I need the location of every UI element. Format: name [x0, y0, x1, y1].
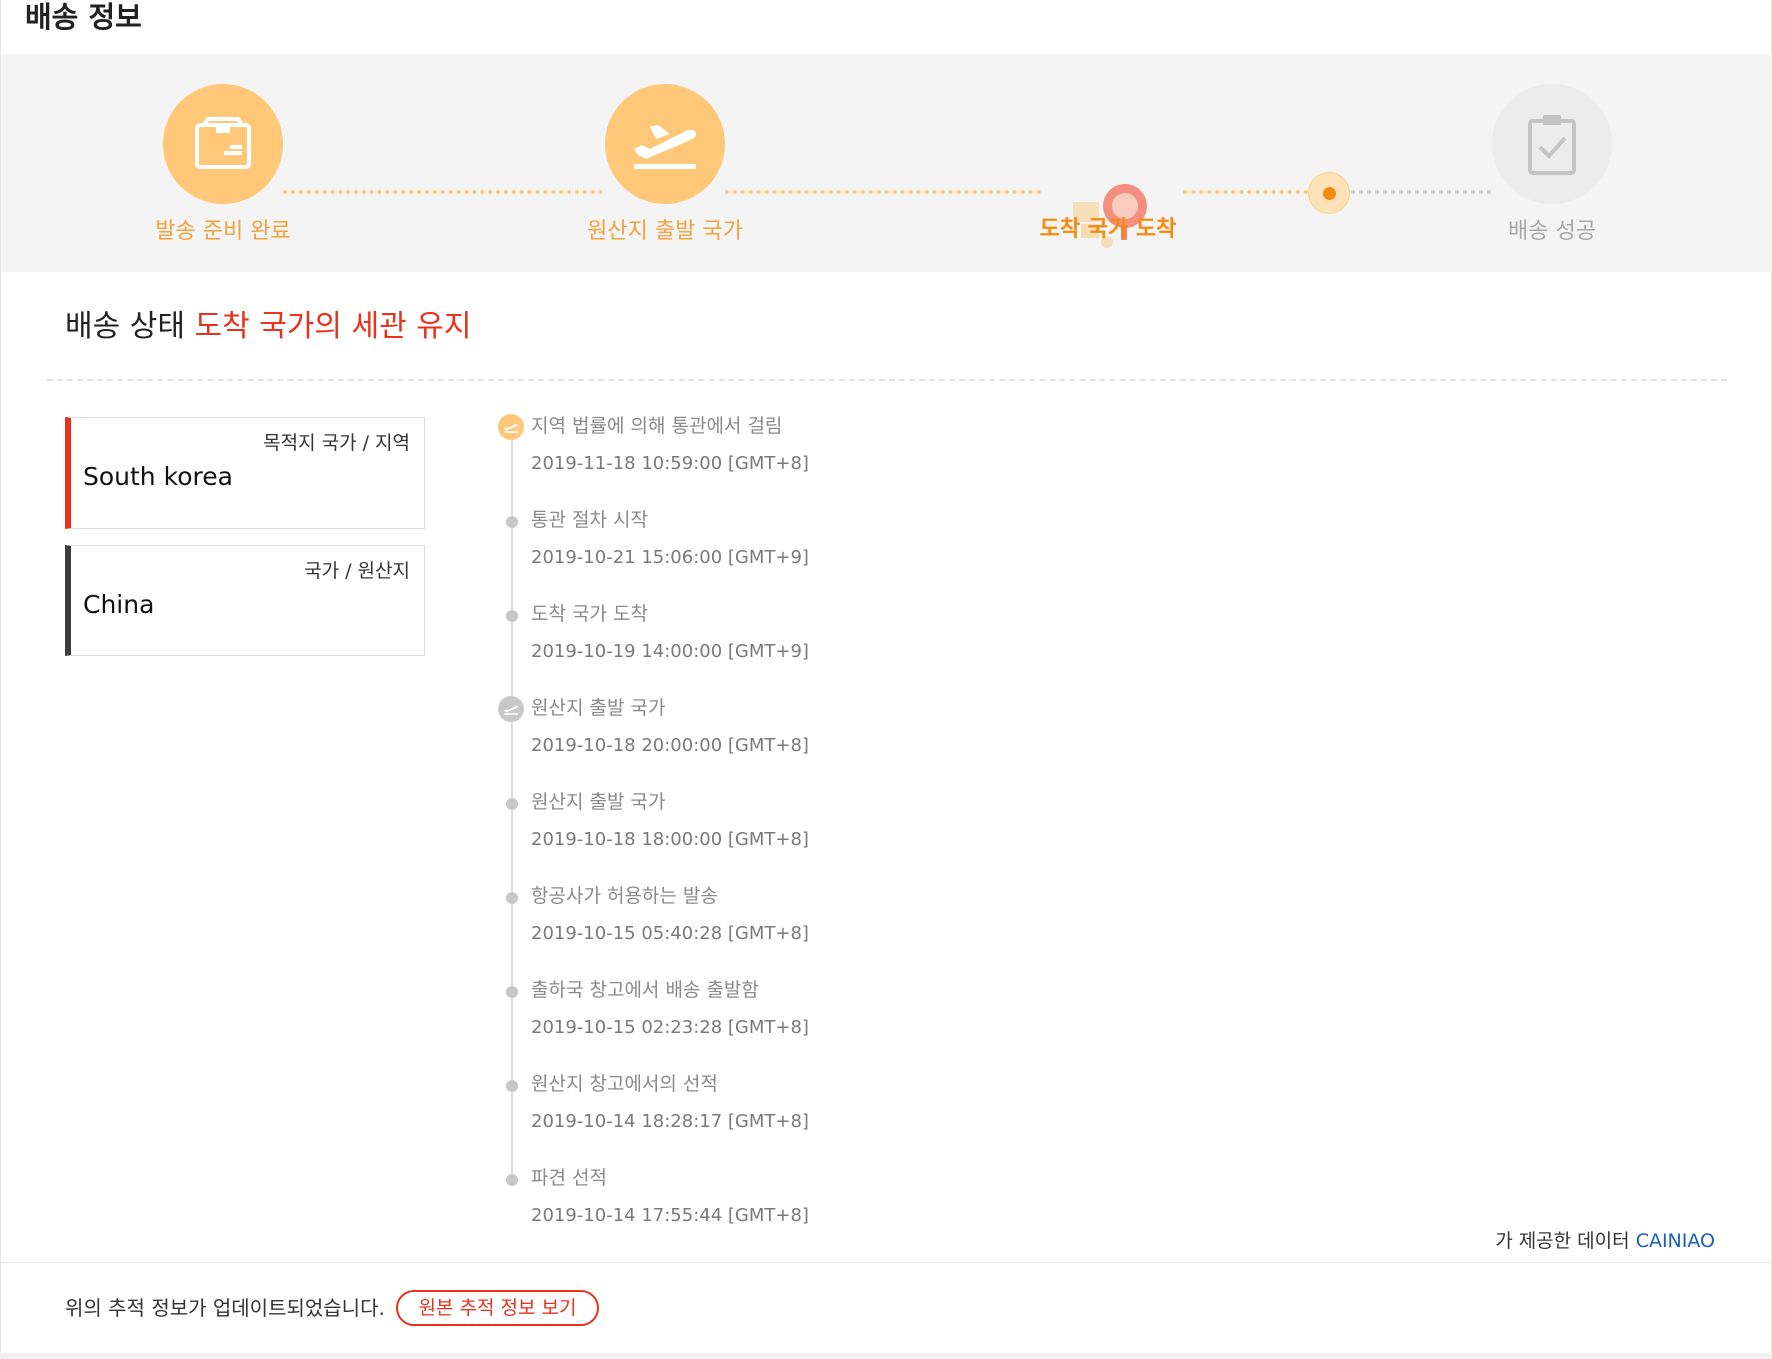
event-description: 도착 국가 도착 — [531, 603, 648, 625]
timeline-event: 원산지 창고에서의 선적 2019-10-14 18:28:17 [GMT+8] — [506, 1072, 809, 1134]
event-description: 원산지 창고에서의 선적 — [531, 1073, 718, 1095]
timeline-event: 도착 국가 도착 2019-10-19 14:00:00 [GMT+9] — [506, 602, 809, 664]
progress-connector — [1183, 190, 1308, 194]
step-label-ready: 발송 준비 완료 — [155, 219, 291, 244]
event-description: 원산지 출발 국가 — [531, 791, 666, 813]
event-description: 지역 법률에 의해 통관에서 걸림 — [531, 415, 783, 437]
event-description: 항공사가 허용하는 발송 — [531, 885, 718, 907]
timeline-dot — [506, 1080, 518, 1092]
progress-connector — [1351, 190, 1491, 194]
update-note: 위의 추적 정보가 업데이트되었습니다. — [65, 1296, 385, 1320]
timeline-dot — [506, 986, 518, 998]
timeline-event: 출하국 창고에서 배송 출발함 2019-10-15 02:23:28 [GMT… — [506, 978, 809, 1040]
origin-caption: 국가 / 원산지 — [304, 560, 410, 582]
step-label-arrived: 도착 국가 도착 — [1039, 217, 1177, 242]
page-title: 배송 정보 — [25, 0, 142, 34]
shipping-info-panel: 배송 정보 발송 준비 완료 원산지 출발 국가 도착 국가 도착 배송 성공 … — [0, 0, 1772, 1353]
event-time: 2019-10-18 20:00:00 [GMT+8] — [531, 735, 809, 756]
event-description: 통관 절차 시작 — [531, 509, 648, 531]
event-description: 파견 선적 — [531, 1167, 607, 1189]
data-provider: 가 제공한 데이터 CAINIAO — [1495, 1226, 1715, 1253]
timeline-dot — [506, 892, 518, 904]
event-description: 출하국 창고에서 배송 출발함 — [531, 979, 759, 1001]
footer-divider — [1, 1262, 1772, 1263]
origin-card: 국가 / 원산지 China — [65, 545, 425, 656]
progress-connector — [283, 190, 603, 194]
shipping-progress: 발송 준비 완료 원산지 출발 국가 도착 국가 도착 배송 성공 — [1, 54, 1772, 272]
timeline-event: 파견 선적 2019-10-14 17:55:44 [GMT+8] — [506, 1166, 809, 1228]
event-description: 원산지 출발 국가 — [531, 697, 666, 719]
current-step-marker — [1308, 172, 1350, 214]
event-time: 2019-10-21 15:06:00 [GMT+9] — [531, 547, 809, 568]
status-value: 도착 국가의 세관 유지 — [194, 309, 472, 344]
destination-card: 목적지 국가 / 지역 South korea — [65, 417, 425, 529]
timeline-dot — [506, 610, 518, 622]
progress-connector — [725, 190, 1041, 194]
plane-departure-icon — [498, 696, 524, 722]
box-icon — [163, 84, 283, 204]
provider-name: CAINIAO — [1635, 1230, 1715, 1252]
provider-prefix: 가 제공한 데이터 — [1495, 1230, 1630, 1252]
event-time: 2019-10-15 02:23:28 [GMT+8] — [531, 1017, 809, 1038]
step-label-delivered: 배송 성공 — [1508, 219, 1596, 244]
timeline-event: 항공사가 허용하는 발송 2019-10-15 05:40:28 [GMT+8] — [506, 884, 809, 946]
timeline-dot — [506, 1174, 518, 1186]
destination-country: South korea — [83, 462, 233, 491]
timeline-dot — [506, 516, 518, 528]
plane-departure-icon — [605, 84, 725, 204]
clipboard-check-icon — [1492, 84, 1612, 204]
timeline-dot — [506, 798, 518, 810]
view-original-tracking-button[interactable]: 원본 추적 정보 보기 — [396, 1290, 599, 1326]
destination-caption: 목적지 국가 / 지역 — [263, 432, 410, 454]
step-label-departed: 원산지 출발 국가 — [587, 219, 743, 244]
status-prefix: 배송 상태 — [65, 309, 185, 344]
delivery-status: 배송 상태 도착 국가의 세관 유지 — [65, 308, 472, 346]
timeline-event: 통관 절차 시작 2019-10-21 15:06:00 [GMT+9] — [506, 508, 809, 570]
event-time: 2019-10-18 18:00:00 [GMT+8] — [531, 829, 809, 850]
plane-departure-icon — [498, 414, 524, 440]
timeline-event: 원산지 출발 국가 2019-10-18 18:00:00 [GMT+8] — [506, 790, 809, 852]
event-time: 2019-11-18 10:59:00 [GMT+8] — [531, 453, 809, 474]
event-time: 2019-10-14 17:55:44 [GMT+8] — [531, 1205, 809, 1226]
divider — [47, 379, 1727, 381]
event-time: 2019-10-19 14:00:00 [GMT+9] — [531, 641, 809, 662]
event-time: 2019-10-14 18:28:17 [GMT+8] — [531, 1111, 809, 1132]
origin-country: China — [83, 590, 155, 619]
timeline-event: 원산지 출발 국가 2019-10-18 20:00:00 [GMT+8] — [498, 696, 809, 758]
event-time: 2019-10-15 05:40:28 [GMT+8] — [531, 923, 809, 944]
timeline-event: 지역 법률에 의해 통관에서 걸림 2019-11-18 10:59:00 [G… — [498, 414, 809, 476]
